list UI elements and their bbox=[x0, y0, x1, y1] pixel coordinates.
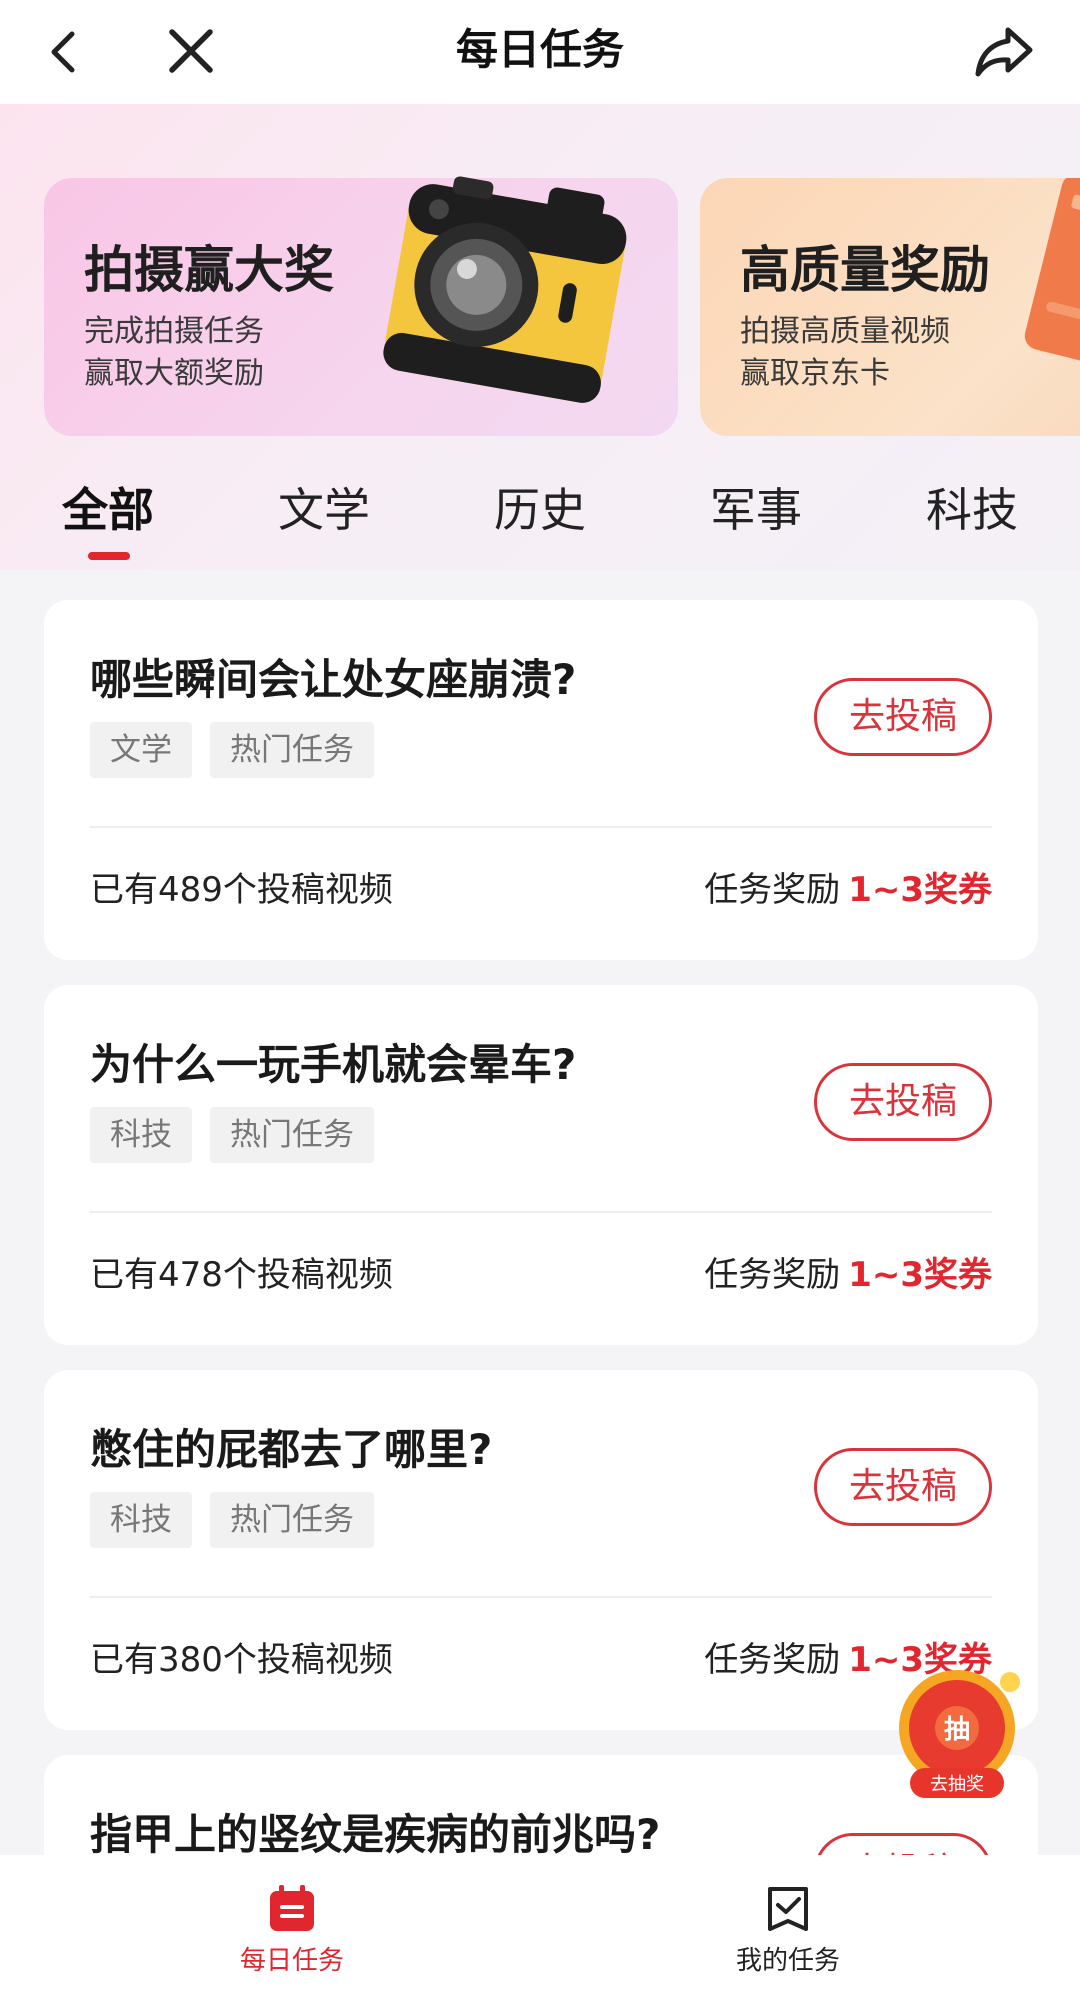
submit-button[interactable]: 去投稿 bbox=[814, 678, 992, 756]
gift-card-icon bbox=[1024, 178, 1080, 368]
task-question: 指甲上的竖纹是疾病的前兆吗? bbox=[90, 1810, 661, 1859]
task-question: 哪些瞬间会让处女座崩溃? bbox=[90, 655, 577, 704]
check-square-icon bbox=[768, 1887, 808, 1931]
bottom-nav: 每日任务 我的任务 bbox=[0, 1855, 1080, 2011]
tab-all[interactable]: 全部 bbox=[62, 480, 154, 540]
task-tag: 热门任务 bbox=[210, 722, 374, 778]
lottery-badge: 抽 bbox=[944, 1715, 970, 1745]
page-title: 每日任务 bbox=[455, 25, 624, 74]
tab-literature[interactable]: 文学 bbox=[278, 480, 370, 540]
task-tag: 文学 bbox=[90, 722, 192, 778]
banner-subtitle: 完成拍摄任务 bbox=[84, 314, 264, 349]
task-card[interactable]: 哪些瞬间会让处女座崩溃? 文学 热门任务 去投稿 已有489个投稿视频 任务奖励 1… bbox=[44, 600, 1038, 960]
reward-amount: 1~3奖券 bbox=[848, 870, 992, 910]
banner-subtitle: 赢取京东卡 bbox=[740, 356, 890, 391]
nav-label: 我的任务 bbox=[735, 1946, 840, 1976]
share-icon[interactable] bbox=[968, 16, 1040, 88]
tab-history[interactable]: 历史 bbox=[494, 480, 586, 540]
submit-button[interactable]: 去投稿 bbox=[814, 1448, 992, 1526]
task-reward: 任务奖励 1~3奖券 bbox=[704, 1247, 992, 1296]
submission-count: 已有478个投稿视频 bbox=[90, 1255, 393, 1295]
task-tags: 文学 热门任务 bbox=[90, 722, 392, 778]
reward-amount: 1~3奖券 bbox=[848, 1255, 992, 1295]
task-tags: 科技 热门任务 bbox=[90, 1492, 392, 1548]
top-bar: 每日任务 bbox=[0, 0, 1080, 104]
task-tag: 热门任务 bbox=[210, 1107, 374, 1163]
task-tags: 科技 热门任务 bbox=[90, 1107, 392, 1163]
calendar-list-icon bbox=[270, 1885, 314, 1931]
nav-my-tasks[interactable]: 我的任务 bbox=[668, 1883, 908, 1977]
banner-subtitle: 赢取大额奖励 bbox=[84, 356, 264, 391]
task-tag: 科技 bbox=[90, 1492, 192, 1548]
submission-count: 已有380个投稿视频 bbox=[90, 1640, 393, 1680]
banner-subtitle: 拍摄高质量视频 bbox=[740, 314, 950, 349]
lottery-label: 去抽奖 bbox=[930, 1774, 984, 1795]
submit-button[interactable]: 去投稿 bbox=[814, 1063, 992, 1141]
submission-count: 已有489个投稿视频 bbox=[90, 870, 393, 910]
lottery-wheel-icon[interactable]: 抽 去抽奖 bbox=[882, 1660, 1032, 1810]
active-tab-indicator bbox=[88, 552, 130, 560]
reward-label: 任务奖励 bbox=[704, 1640, 841, 1680]
reward-label: 任务奖励 bbox=[704, 870, 841, 910]
divider bbox=[90, 826, 992, 828]
nav-label: 每日任务 bbox=[239, 1946, 344, 1976]
banner-title: 高质量奖励 bbox=[740, 241, 990, 299]
task-tag: 热门任务 bbox=[210, 1492, 374, 1548]
task-tag: 科技 bbox=[90, 1107, 192, 1163]
reward-label: 任务奖励 bbox=[704, 1255, 841, 1295]
banner-title: 拍摄赢大奖 bbox=[84, 241, 334, 299]
nav-daily-tasks[interactable]: 每日任务 bbox=[172, 1883, 412, 1977]
task-card[interactable]: 为什么一玩手机就会晕车? 科技 热门任务 去投稿 已有478个投稿视频 任务奖励 1… bbox=[44, 985, 1038, 1345]
divider bbox=[90, 1596, 992, 1598]
banner-quality-reward[interactable]: 高质量奖励 拍摄高质量视频 赢取京东卡 bbox=[700, 178, 1080, 436]
task-question: 憋住的屁都去了哪里? bbox=[90, 1425, 493, 1474]
task-question: 为什么一玩手机就会晕车? bbox=[90, 1040, 577, 1089]
tab-technology[interactable]: 科技 bbox=[926, 480, 1018, 540]
task-reward: 任务奖励 1~3奖券 bbox=[704, 862, 992, 911]
category-tabs: 全部 文学 历史 军事 科技 bbox=[0, 470, 1080, 570]
camera-icon bbox=[383, 176, 627, 403]
tab-military[interactable]: 军事 bbox=[710, 480, 802, 540]
divider bbox=[90, 1211, 992, 1213]
